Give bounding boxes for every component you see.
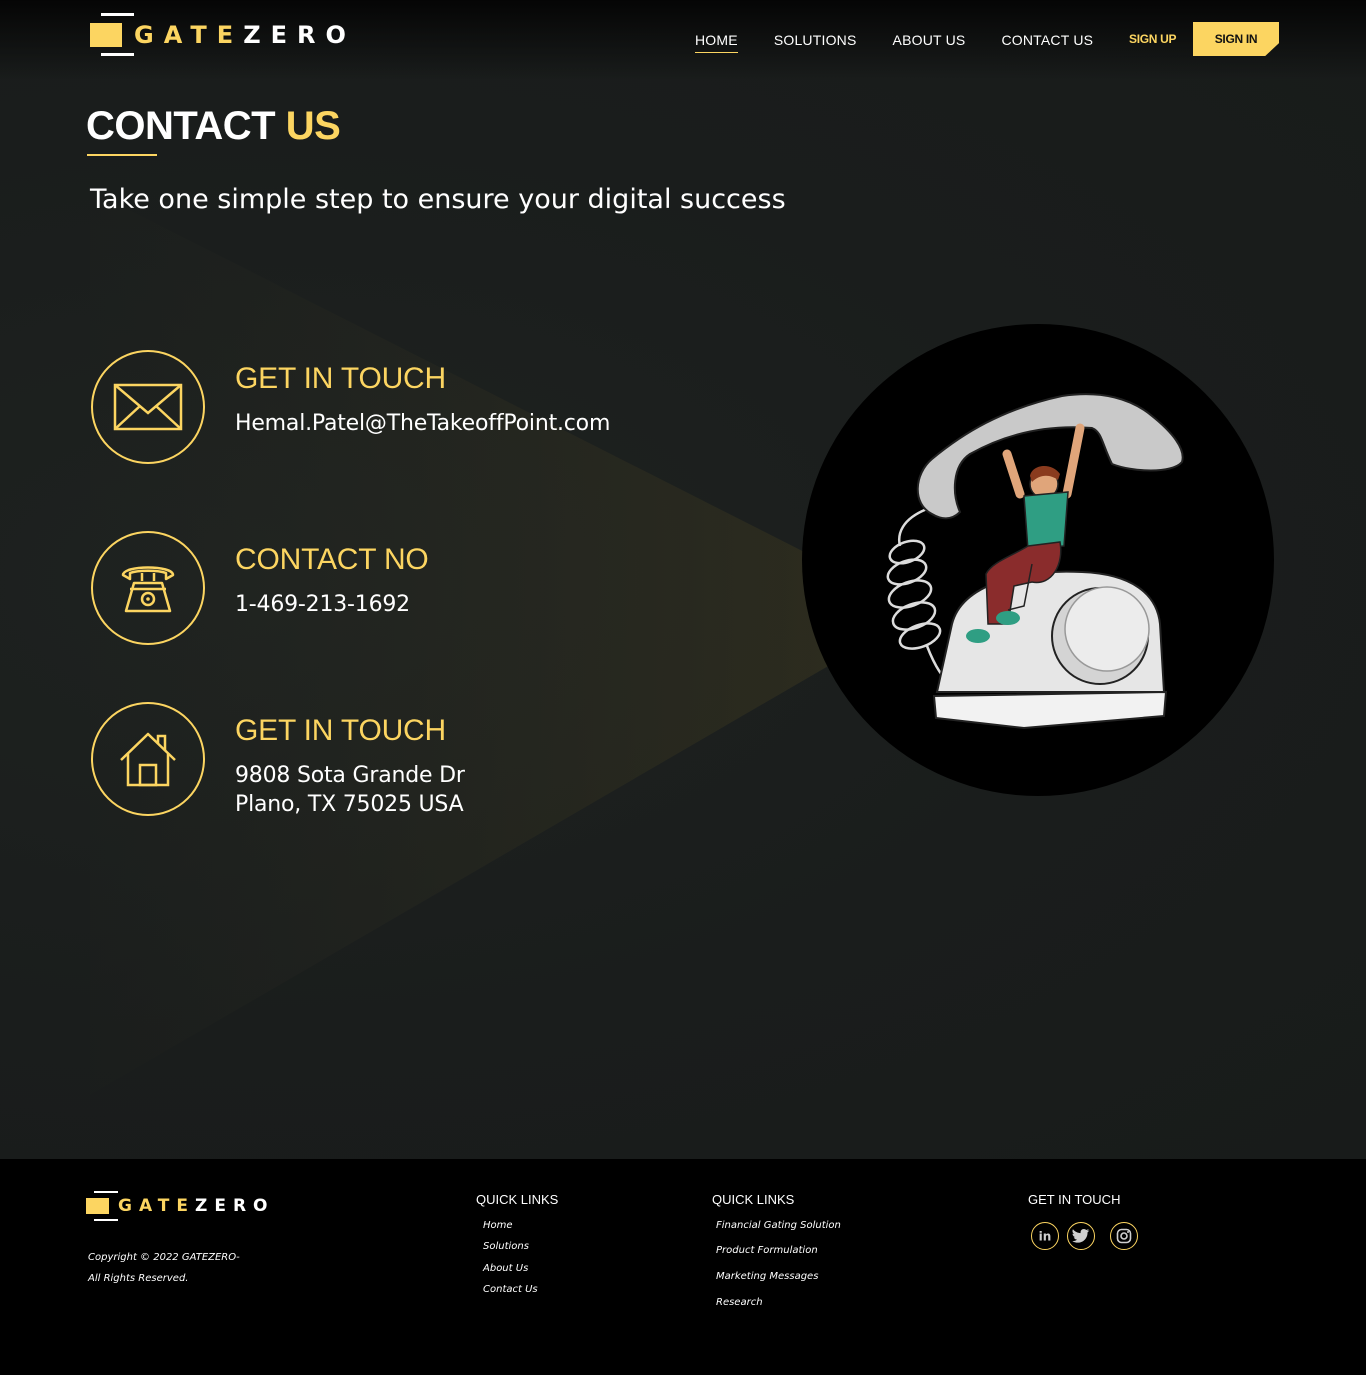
address-line2: Plano, TX 75025 USA [235,792,464,817]
nav-home[interactable]: HOME [695,32,738,53]
email-icon-ring [91,350,205,464]
logo-text-rest: ZERO [243,21,356,49]
address-icon-ring [91,702,205,816]
footer-get-in-touch-title: GET IN TOUCH [1028,1192,1121,1207]
footer-quick-links-title: QUICK LINKS [476,1192,559,1207]
page-title: CONTACT US [86,104,341,149]
instagram-icon[interactable] [1110,1222,1138,1250]
telephone-icon [121,566,175,613]
page-subtitle: Take one simple step to ensure your digi… [90,184,786,215]
footer-link-marketing-messages[interactable]: Marketing Messages [716,1271,818,1282]
logo-text-accent: GATE [134,21,244,49]
nav-contact-us[interactable]: CONTACT US [1001,32,1093,53]
title-underline [87,154,157,156]
nav-about-us[interactable]: ABOUT US [893,32,966,53]
phone-icon-ring [91,531,205,645]
footer-logo[interactable]: GATEZERO [86,1191,274,1221]
logo-mark-icon [90,13,134,57]
sign-up-link[interactable]: SIGN UP [1129,32,1177,46]
footer-solutions-title: QUICK LINKS [712,1192,795,1207]
page-title-accent: US [285,104,341,148]
illustration-circle [802,324,1274,796]
nav-solutions[interactable]: SOLUTIONS [774,32,857,53]
copyright-line1: Copyright © 2022 GATEZERO- [88,1252,240,1263]
footer-link-about-us[interactable]: About Us [483,1263,528,1274]
logo-mark-icon [86,1191,118,1221]
address-line1: 9808 Sota Grande Dr [235,763,465,788]
footer-link-home[interactable]: Home [483,1220,513,1231]
header-logo[interactable]: GATEZERO [90,13,356,57]
phone-person-illustration [886,393,1184,730]
footer-logo-text-accent: GATE [118,1196,195,1216]
twitter-icon[interactable] [1067,1222,1095,1250]
footer-link-research[interactable]: Research [716,1297,763,1308]
footer-link-contact-us[interactable]: Contact Us [483,1284,538,1295]
email-value[interactable]: Hemal.Patel@TheTakeoffPoint.com [235,409,610,438]
phone-value[interactable]: 1-469-213-1692 [235,590,410,619]
address-heading: GET IN TOUCH [235,714,446,747]
svg-text:in: in [1039,1230,1052,1244]
page-title-main: CONTACT [86,104,276,148]
footer-link-solutions[interactable]: Solutions [483,1241,529,1252]
sign-in-button[interactable]: SIGN IN [1193,22,1279,56]
footer-link-financial-gating[interactable]: Financial Gating Solution [716,1220,841,1231]
email-heading: GET IN TOUCH [235,362,446,395]
footer-link-product-formulation[interactable]: Product Formulation [716,1245,818,1256]
phone-heading: CONTACT NO [235,543,429,576]
copyright-line2: All Rights Reserved. [88,1273,189,1284]
main-nav: HOME SOLUTIONS ABOUT US CONTACT US [695,32,1129,53]
house-icon [120,732,176,787]
linkedin-icon[interactable]: in [1031,1222,1059,1250]
footer-logo-text-rest: ZERO [195,1196,275,1216]
envelope-icon [113,383,183,431]
